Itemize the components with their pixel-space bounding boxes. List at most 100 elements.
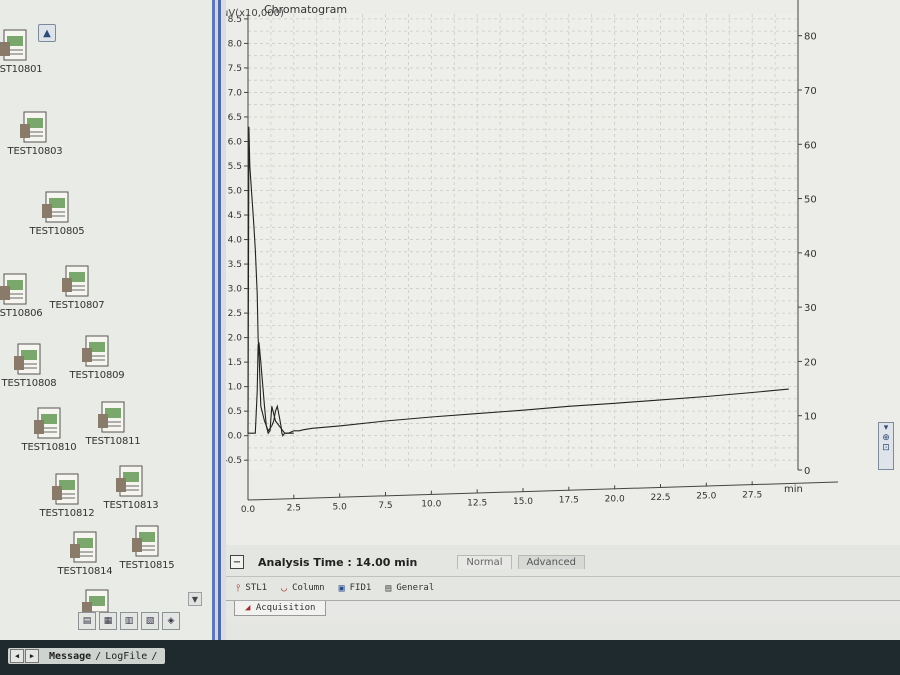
main-area: 0.0 2.5 5.0 7.5 10.0 12.5 15.0 17.5 20.0 22.5 25.0… bbox=[222, 0, 900, 640]
y2-tick-label: 70 bbox=[804, 86, 817, 97]
chromatogram-chart: 0.0 2.5 5.0 7.5 10.0 12.5 15.0 17.5 20.0 22.5 25.0… bbox=[222, 0, 839, 515]
y-ticks: -0.5 0.0 0.5 1.0 1.5 2.0 2.5 3.0 3.5 4.0 4.5 5.0 5.5… bbox=[224, 15, 248, 466]
y2-tick-label: 10 bbox=[804, 412, 817, 423]
data-file-icon bbox=[82, 589, 109, 612]
y-tick-label: 7.5 bbox=[228, 64, 242, 74]
y-tick-label: 3.5 bbox=[228, 260, 242, 270]
collapse-icon[interactable]: − bbox=[230, 555, 244, 569]
y-tick-label: 2.0 bbox=[228, 334, 243, 344]
tab-label: FID1 bbox=[349, 583, 372, 593]
chart-grid bbox=[247, 14, 799, 470]
file-item[interactable]: TEST10807 bbox=[32, 264, 122, 311]
file-item[interactable]: TEST10809 bbox=[52, 334, 142, 381]
file-label: TEST10803 bbox=[7, 146, 63, 157]
zoom-fit-icon[interactable]: ⊡ bbox=[879, 443, 893, 453]
y2-tick-label: 50 bbox=[804, 195, 817, 206]
x-tick-label: 0.0 bbox=[241, 505, 256, 515]
status-row: − Analysis Time : 14.00 min Normal Advan… bbox=[226, 548, 900, 576]
file-label: TEST10811 bbox=[85, 436, 141, 447]
file-item[interactable]: TEST10811 bbox=[68, 400, 158, 447]
data-file-icon bbox=[52, 473, 79, 505]
y-tick-label: 1.5 bbox=[228, 358, 242, 368]
tab-column[interactable]: ◡ Column bbox=[281, 583, 325, 594]
tab-separator: / bbox=[151, 650, 158, 662]
file-label: TEST10809 bbox=[69, 370, 125, 381]
x-tick-label: 10.0 bbox=[421, 500, 441, 510]
data-file-icon bbox=[132, 525, 159, 557]
nav-right-icon[interactable]: ▶ bbox=[25, 649, 39, 663]
zoom-controls[interactable]: ▾ ⊕ ⊡ bbox=[878, 422, 894, 470]
data-file-icon bbox=[0, 29, 27, 61]
tab-label: General bbox=[396, 583, 435, 593]
y-tick-label: 1.0 bbox=[228, 383, 243, 393]
x-tick-label: 15.0 bbox=[513, 497, 533, 507]
x-tick-label: 20.0 bbox=[605, 494, 625, 504]
y2-tick-label: 0 bbox=[804, 466, 810, 477]
y-tick-label: 4.5 bbox=[228, 211, 242, 221]
y-tick-label: 7.0 bbox=[228, 88, 243, 98]
x-tick-label: 22.5 bbox=[650, 493, 670, 503]
y2-tick-label: 80 bbox=[804, 32, 817, 43]
file-panel: ▲ TEST10801 TEST10803 04 TEST10805 TEST1… bbox=[0, 0, 214, 640]
x-tick-label: 27.5 bbox=[742, 490, 762, 500]
file-label: TEST10805 bbox=[29, 226, 85, 237]
data-file-icon bbox=[70, 531, 97, 563]
x-tick-label: 2.5 bbox=[287, 504, 301, 514]
y-tick-label: 4.0 bbox=[228, 236, 243, 246]
analysis-time: Analysis Time : 14.00 min bbox=[258, 555, 418, 569]
y-tick-label: 2.5 bbox=[228, 309, 242, 319]
tab-logfile[interactable]: LogFile bbox=[101, 651, 151, 662]
file-label: TEST10815 bbox=[119, 560, 175, 571]
file-label: TEST10807 bbox=[49, 300, 105, 311]
tab-stl1[interactable]: ⫯ STL1 bbox=[236, 583, 267, 594]
x-tick-label: 12.5 bbox=[467, 498, 487, 508]
refresh-icon[interactable]: ◈ bbox=[162, 612, 180, 630]
document-icon: ▤ bbox=[385, 582, 392, 594]
chart-title: Chromatogram bbox=[264, 3, 347, 16]
dropdown-arrow-icon[interactable]: ▾ bbox=[879, 423, 893, 433]
data-file-icon bbox=[20, 111, 47, 143]
y-tick-label: 0.5 bbox=[228, 407, 242, 417]
scroll-down-button[interactable]: ▼ bbox=[188, 592, 202, 606]
tab-label: Acquisition bbox=[255, 603, 316, 613]
y-tick-label: 0.0 bbox=[228, 432, 243, 442]
y-tick-label: 5.0 bbox=[228, 187, 243, 197]
y-tick-label: 6.5 bbox=[228, 113, 242, 123]
tab-general[interactable]: ▤ General bbox=[385, 583, 434, 594]
large-icons-view-icon[interactable]: ▤ bbox=[78, 612, 96, 630]
y2-tick-label: 40 bbox=[804, 249, 817, 260]
chart-area: 0.0 2.5 5.0 7.5 10.0 12.5 15.0 17.5 20.0 22.5 25.0… bbox=[222, 0, 900, 545]
file-item[interactable]: TEST10815 bbox=[102, 524, 192, 571]
tab-message[interactable]: Message bbox=[45, 651, 95, 662]
small-icons-view-icon[interactable]: ▦ bbox=[99, 612, 117, 630]
tab-nav: ◀ ▶ bbox=[8, 649, 41, 663]
tab-acquisition[interactable]: ◢ Acquisition bbox=[234, 601, 327, 616]
data-file-icon bbox=[42, 191, 69, 223]
list-view-icon[interactable]: ▥ bbox=[120, 612, 138, 630]
y-tick-label: 8.0 bbox=[228, 39, 243, 49]
file-label: TEST10801 bbox=[0, 64, 43, 75]
file-item[interactable]: TEST10803 bbox=[0, 110, 80, 157]
tab-fid1[interactable]: ▣ FID1 bbox=[339, 583, 372, 594]
nav-left-icon[interactable]: ◀ bbox=[10, 649, 24, 663]
splitter-bar[interactable] bbox=[212, 0, 226, 640]
x-tick-label: 7.5 bbox=[378, 501, 392, 511]
zoom-in-icon[interactable]: ⊕ bbox=[879, 433, 893, 443]
y2-tick-label: 20 bbox=[804, 357, 817, 368]
y-tick-label: 3.0 bbox=[228, 285, 243, 295]
y-tick-label: 6.0 bbox=[228, 137, 243, 147]
file-item[interactable]: TEST10801 bbox=[0, 28, 60, 75]
tab-normal[interactable]: Normal bbox=[457, 555, 512, 569]
data-file-icon bbox=[82, 335, 109, 367]
file-item[interactable]: TEST10813 bbox=[86, 464, 176, 511]
data-file-icon bbox=[34, 407, 61, 439]
details-view-icon[interactable]: ▧ bbox=[141, 612, 159, 630]
tab-advanced[interactable]: Advanced bbox=[517, 555, 585, 569]
acquisition-icon: ◢ bbox=[245, 603, 251, 613]
file-item[interactable]: TEST10805 bbox=[12, 190, 102, 237]
data-file-icon bbox=[62, 265, 89, 297]
file-item[interactable] bbox=[52, 588, 142, 614]
data-file-icon bbox=[98, 401, 125, 433]
data-file-icon bbox=[0, 273, 27, 305]
panel-toolbar: ▤ ▦ ▥ ▧ ◈ bbox=[78, 612, 180, 634]
